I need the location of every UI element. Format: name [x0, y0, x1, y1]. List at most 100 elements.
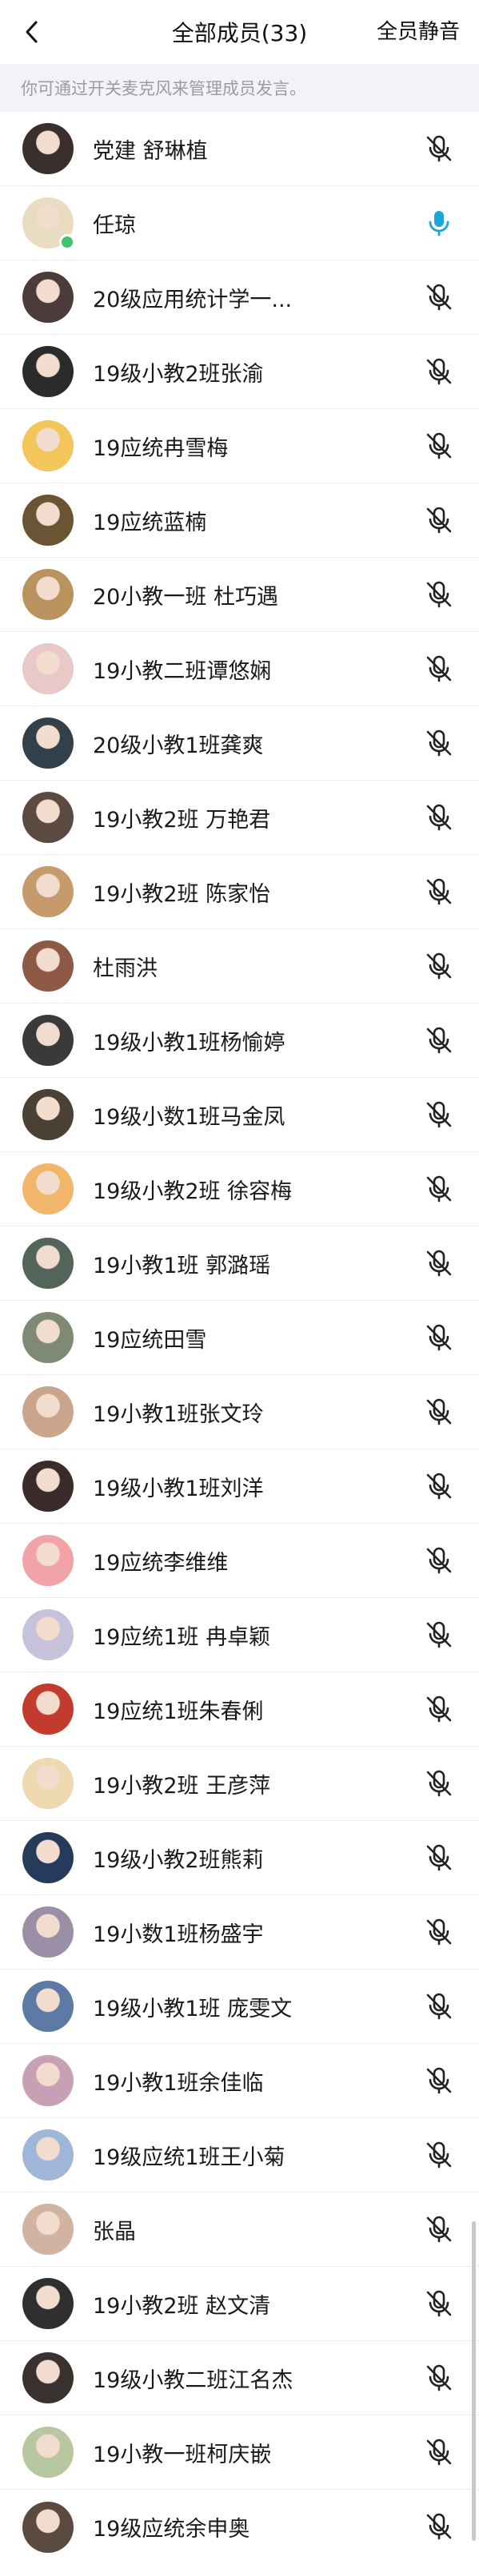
microphone-muted-icon[interactable]: [425, 1175, 453, 1203]
avatar[interactable]: [22, 643, 74, 694]
microphone-muted-icon[interactable]: [425, 283, 453, 312]
member-row[interactable]: 19小数1班杨盛宇: [0, 1895, 479, 1970]
member-row[interactable]: 19级小教2班 徐容梅: [0, 1152, 479, 1226]
microphone-muted-icon[interactable]: [425, 1695, 453, 1723]
avatar[interactable]: [22, 2278, 74, 2329]
microphone-muted-icon[interactable]: [425, 1397, 453, 1426]
avatar[interactable]: [22, 2204, 74, 2255]
microphone-muted-icon[interactable]: [425, 877, 453, 906]
microphone-muted-icon[interactable]: [425, 506, 453, 535]
member-row[interactable]: 19小教1班余佳临: [0, 2044, 479, 2118]
member-row[interactable]: 19应统李维维: [0, 1524, 479, 1598]
member-row[interactable]: 19小教二班谭悠娴: [0, 632, 479, 706]
avatar[interactable]: [22, 1089, 74, 1140]
member-row[interactable]: 19级应统余申奥: [0, 2490, 479, 2564]
avatar[interactable]: [22, 1906, 74, 1958]
microphone-muted-icon[interactable]: [425, 1026, 453, 1055]
microphone-muted-icon[interactable]: [425, 803, 453, 832]
microphone-muted-icon[interactable]: [425, 1546, 453, 1575]
member-row[interactable]: 19级小教1班刘洋: [0, 1449, 479, 1524]
member-row[interactable]: 19级应统1班王小菊: [0, 2118, 479, 2192]
member-row[interactable]: 19小教一班柯庆嵌: [0, 2415, 479, 2490]
microphone-muted-icon[interactable]: [425, 1918, 453, 1946]
microphone-muted-icon[interactable]: [425, 431, 453, 460]
member-row[interactable]: 20级应用统计学一...: [0, 260, 479, 335]
member-row[interactable]: 19小教2班 王彦萍: [0, 1747, 479, 1821]
avatar[interactable]: [22, 1238, 74, 1289]
avatar[interactable]: [22, 1981, 74, 2032]
avatar[interactable]: [22, 1832, 74, 1883]
avatar[interactable]: [22, 940, 74, 992]
avatar[interactable]: [22, 2129, 74, 2180]
member-row[interactable]: 党建 舒琳植: [0, 112, 479, 186]
member-row[interactable]: 19级小教2班张渝: [0, 335, 479, 409]
avatar[interactable]: [22, 792, 74, 843]
member-row[interactable]: 19级小教二班江名杰: [0, 2341, 479, 2415]
microphone-muted-icon[interactable]: [425, 1323, 453, 1352]
microphone-muted-icon[interactable]: [425, 1249, 453, 1278]
microphone-muted-icon[interactable]: [425, 1100, 453, 1129]
avatar[interactable]: [22, 495, 74, 546]
avatar[interactable]: [22, 1163, 74, 1214]
avatar[interactable]: [22, 1312, 74, 1363]
microphone-muted-icon[interactable]: [425, 2141, 453, 2169]
microphone-muted-icon[interactable]: [425, 1472, 453, 1501]
member-row[interactable]: 19应统冉雪梅: [0, 409, 479, 483]
microphone-muted-icon[interactable]: [425, 2289, 453, 2318]
mute-all-button[interactable]: 全员静音: [377, 18, 460, 46]
microphone-muted-icon[interactable]: [425, 729, 453, 757]
member-row[interactable]: 20小教一班 杜巧遇: [0, 558, 479, 632]
microphone-muted-icon[interactable]: [425, 2438, 453, 2467]
member-row[interactable]: 任琼: [0, 186, 479, 260]
microphone-muted-icon[interactable]: [425, 2363, 453, 2392]
avatar[interactable]: [22, 1684, 74, 1735]
member-row[interactable]: 19级小教2班熊莉: [0, 1821, 479, 1895]
member-row[interactable]: 杜雨洪: [0, 929, 479, 1004]
microphone-muted-icon[interactable]: [425, 357, 453, 386]
avatar[interactable]: [22, 420, 74, 471]
member-row[interactable]: 19级小数1班马金凤: [0, 1078, 479, 1152]
avatar[interactable]: [22, 1535, 74, 1586]
avatar[interactable]: [22, 346, 74, 397]
back-button[interactable]: [18, 18, 46, 46]
member-row[interactable]: 19级小教1班杨愉婷: [0, 1004, 479, 1078]
member-row[interactable]: 19级小教1班 庞雯文: [0, 1970, 479, 2044]
microphone-muted-icon[interactable]: [425, 952, 453, 980]
avatar[interactable]: [22, 1015, 74, 1066]
avatar[interactable]: [22, 569, 74, 620]
member-row[interactable]: 19应统1班 冉卓颖: [0, 1598, 479, 1672]
avatar[interactable]: [22, 1461, 74, 1512]
avatar[interactable]: [22, 718, 74, 769]
avatar[interactable]: [22, 1758, 74, 1809]
avatar[interactable]: [22, 2352, 74, 2403]
microphone-muted-icon[interactable]: [425, 654, 453, 683]
microphone-muted-icon[interactable]: [425, 2066, 453, 2095]
member-row[interactable]: 张晶: [0, 2192, 479, 2267]
avatar[interactable]: [22, 2427, 74, 2478]
avatar[interactable]: [22, 197, 75, 250]
avatar[interactable]: [22, 123, 74, 174]
microphone-muted-icon[interactable]: [425, 1843, 453, 1872]
member-row[interactable]: 19小教1班 郭潞瑶: [0, 1226, 479, 1301]
scrollbar[interactable]: [472, 2221, 476, 2541]
microphone-muted-icon[interactable]: [425, 2512, 453, 2541]
microphone-icon[interactable]: [425, 209, 453, 237]
avatar[interactable]: [22, 866, 74, 917]
member-row[interactable]: 19小教2班 赵文清: [0, 2267, 479, 2341]
member-row[interactable]: 19小教2班 万艳君: [0, 781, 479, 855]
microphone-muted-icon[interactable]: [425, 1992, 453, 2021]
member-row[interactable]: 19小教2班 陈家怡: [0, 855, 479, 929]
member-row[interactable]: 19应统田雪: [0, 1301, 479, 1375]
avatar[interactable]: [22, 1609, 74, 1660]
member-row[interactable]: 19应统1班朱春俐: [0, 1672, 479, 1747]
avatar[interactable]: [22, 2055, 74, 2106]
microphone-muted-icon[interactable]: [425, 2215, 453, 2244]
member-row[interactable]: 19小教1班张文玲: [0, 1375, 479, 1449]
member-row[interactable]: 19应统蓝楠: [0, 483, 479, 558]
microphone-muted-icon[interactable]: [425, 1769, 453, 1798]
avatar[interactable]: [22, 272, 74, 323]
microphone-muted-icon[interactable]: [425, 134, 453, 163]
avatar[interactable]: [22, 1386, 74, 1437]
member-row[interactable]: 20级小教1班龚爽: [0, 706, 479, 781]
avatar[interactable]: [22, 2501, 74, 2553]
